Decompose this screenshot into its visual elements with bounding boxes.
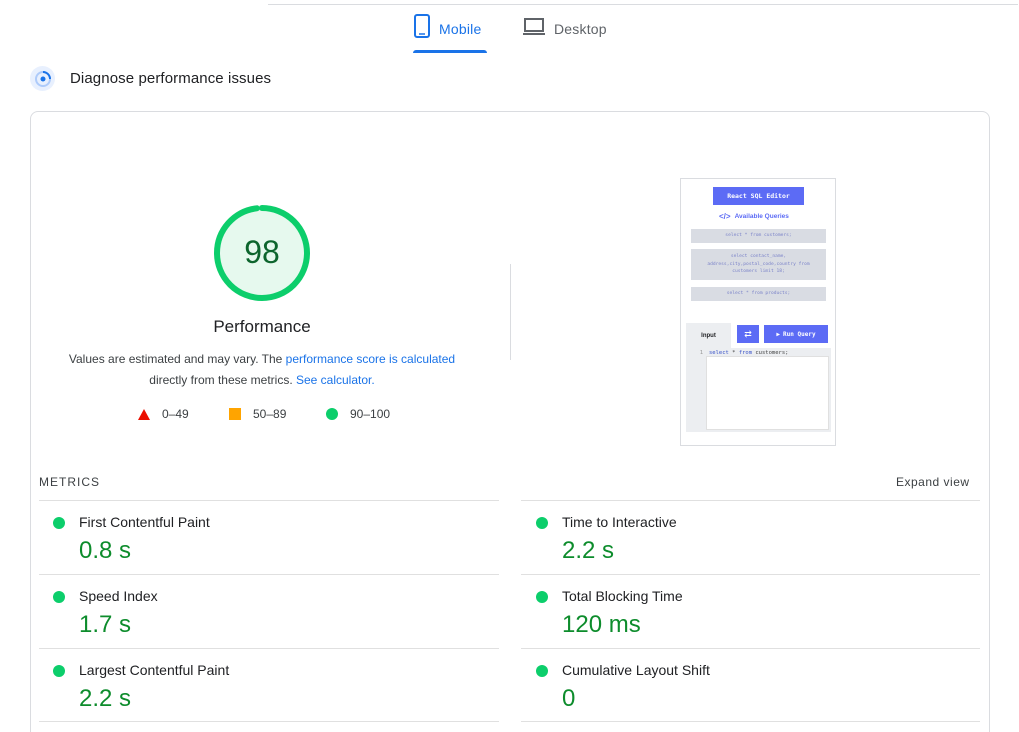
pass-dot-icon bbox=[536, 591, 548, 603]
screenshot-query: select * from products; bbox=[691, 287, 826, 301]
performance-title: Performance bbox=[213, 317, 311, 336]
code-keyword: select bbox=[709, 349, 729, 356]
pass-dot-icon bbox=[53, 517, 65, 529]
screenshot-query: select * from customers; bbox=[691, 229, 826, 243]
pass-dot-icon bbox=[536, 665, 548, 677]
circle-icon bbox=[326, 408, 338, 420]
code-keyword: from bbox=[738, 349, 753, 356]
tab-mobile[interactable]: Mobile bbox=[413, 14, 487, 54]
metric-time-to-interactive: Time to Interactive 2.2 s bbox=[522, 501, 982, 575]
metric-value: 120 ms bbox=[562, 611, 641, 638]
swap-icon: ⇄ bbox=[737, 325, 759, 343]
tab-desktop-label: Desktop bbox=[554, 21, 607, 37]
metric-label: Speed Index bbox=[79, 588, 158, 604]
legend-pass: 90–100 bbox=[326, 407, 390, 421]
legend-average-label: 50–89 bbox=[253, 407, 287, 421]
screenshot-section: </> Available Queries bbox=[719, 212, 789, 221]
pass-dot-icon bbox=[53, 665, 65, 677]
page-screenshot[interactable]: React SQL Editor </> Available Queries s… bbox=[680, 178, 836, 446]
screenshot-editor: 1 select * from customers; bbox=[686, 348, 831, 432]
metric-value: 2.2 s bbox=[562, 537, 615, 564]
metric-value: 0.8 s bbox=[79, 537, 132, 564]
metrics-title: METRICS bbox=[39, 475, 100, 489]
metric-total-blocking-time: Total Blocking Time 120 ms bbox=[522, 575, 982, 649]
expand-view-button[interactable]: Expand view bbox=[896, 475, 970, 489]
code-part: customers; bbox=[752, 349, 789, 356]
metric-value: 0 bbox=[562, 685, 576, 712]
metric-label: Cumulative Layout Shift bbox=[562, 662, 710, 678]
legend-average: 50–89 bbox=[229, 407, 286, 421]
metric-largest-contentful-paint: Largest Contentful Paint 2.2 s bbox=[39, 649, 499, 723]
top-divider bbox=[268, 4, 1018, 5]
screenshot-section-label: Available Queries bbox=[734, 213, 789, 220]
performance-description: Values are estimated and may vary. The p… bbox=[52, 349, 472, 391]
screenshot-run-label: Run Query bbox=[783, 330, 816, 338]
pass-dot-icon bbox=[536, 517, 548, 529]
metric-label: Time to Interactive bbox=[562, 514, 677, 530]
phone-icon bbox=[413, 14, 431, 41]
diagnose-icon bbox=[30, 66, 55, 91]
screenshot-app-title: React SQL Editor bbox=[713, 187, 804, 205]
legend-fail-label: 0–49 bbox=[162, 407, 189, 421]
pass-dot-icon bbox=[53, 591, 65, 603]
metric-label: First Contentful Paint bbox=[79, 514, 210, 530]
vertical-divider bbox=[510, 264, 511, 360]
metric-label: Total Blocking Time bbox=[562, 588, 683, 604]
performance-score: 98 bbox=[244, 234, 280, 270]
metric-first-contentful-paint: First Contentful Paint 0.8 s bbox=[39, 501, 499, 575]
active-tab-indicator bbox=[413, 50, 487, 53]
screenshot-editor-area bbox=[706, 356, 829, 430]
metric-cumulative-layout-shift: Cumulative Layout Shift 0 bbox=[522, 649, 982, 723]
tab-mobile-label: Mobile bbox=[439, 21, 482, 37]
metric-value: 2.2 s bbox=[79, 685, 132, 712]
screenshot-run-button: ▶ Run Query bbox=[764, 325, 828, 343]
square-icon bbox=[229, 408, 241, 420]
screenshot-code-line: 1 select * from customers; bbox=[686, 348, 831, 357]
play-icon: ▶ bbox=[776, 330, 781, 338]
metric-speed-index: Speed Index 1.7 s bbox=[39, 575, 499, 649]
diagnose-title: Diagnose performance issues bbox=[70, 70, 272, 87]
metric-label: Largest Contentful Paint bbox=[79, 662, 230, 678]
tab-desktop[interactable]: Desktop bbox=[522, 14, 607, 54]
screenshot-query: select contact_name, address,city,postal… bbox=[691, 249, 826, 280]
legend-fail: 0–49 bbox=[138, 407, 189, 421]
laptop-icon bbox=[522, 14, 546, 41]
desc-prefix: Values are estimated and may vary. The bbox=[68, 352, 286, 366]
triangle-icon bbox=[138, 408, 150, 420]
performance-score-link[interactable]: performance score is calculated bbox=[286, 352, 455, 366]
code-icon: </> bbox=[719, 212, 731, 221]
legend-pass-label: 90–100 bbox=[350, 407, 391, 421]
line-number: 1 bbox=[699, 349, 703, 356]
screenshot-input-tab: Input bbox=[686, 323, 731, 348]
metric-value: 1.7 s bbox=[79, 611, 132, 638]
code-part: * bbox=[728, 349, 739, 356]
code-text: select * from customers; bbox=[706, 350, 789, 356]
desc-middle: directly from these metrics. bbox=[149, 373, 296, 387]
see-calculator-link[interactable]: See calculator. bbox=[296, 373, 375, 387]
